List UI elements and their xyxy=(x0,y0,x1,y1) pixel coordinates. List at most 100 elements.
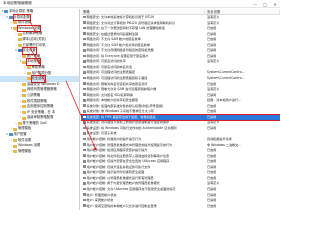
policy-icon xyxy=(83,187,86,191)
folder-icon xyxy=(13,21,18,25)
policy-icon xyxy=(83,65,86,69)
policy-cell: 帐户: 使用空密码的本地帐户只允许进行控制台登录 xyxy=(81,204,205,210)
folder-icon xyxy=(22,55,27,59)
policy-name: 网络访问: 可匿名访问的共享 xyxy=(86,59,126,64)
policy-name: 网络访问: 允许匿名 SID/名称转换 xyxy=(86,92,134,97)
policy-icon xyxy=(83,32,86,35)
policy-name: 用户帐户控制: 仅提升安装在安全位置的 UIAccess 应用程序 xyxy=(86,159,170,164)
folder-icon xyxy=(17,122,22,126)
policy-icon xyxy=(83,176,86,180)
policy-name: 网络安全: 在超过登录时间后强制注销 xyxy=(86,31,139,36)
policy-list: 策略 安全设置 网络安全: 允许本地系统将计算机标识用于 NTLM 没有定义 网络安… xyxy=(81,9,280,210)
folder-icon xyxy=(26,66,31,70)
policy-name: 网络访问: 可匿名访问的命名管道 xyxy=(86,64,132,69)
policy-icon xyxy=(83,198,86,202)
policy-name: 网络访问: 限制允许对 SAM 进行远程调用的客户端 xyxy=(86,87,157,92)
policy-icon xyxy=(83,104,86,108)
policy-icon xyxy=(83,71,86,74)
policy-name: 网络访问: 限制对命名管道和共享的匿名访问 xyxy=(86,81,148,86)
policy-icon xyxy=(83,26,86,30)
policy-icon xyxy=(83,171,86,174)
policy-icon xyxy=(83,154,86,157)
folder-icon xyxy=(26,77,31,81)
shield-icon xyxy=(17,49,22,53)
policy-name: 网络访问: 可远程访问的注册表路径和子路径 xyxy=(86,76,148,81)
policy-name: 网络安全: 允许本地系统将计算机标识用于 NTLM xyxy=(86,15,154,19)
folder-icon xyxy=(22,116,27,120)
policy-name: 用户帐户控制: 将文件和注册表写入错误虚拟化到每用户位置 xyxy=(86,153,170,158)
folder-icon xyxy=(13,138,18,142)
policy-row[interactable]: 帐户: 使用空密码的本地帐户只允许进行控制台登录 已启用 xyxy=(81,204,280,210)
title-bar: 本地组策略编辑器 — □ ✕ xyxy=(0,0,280,8)
navigation-tree[interactable]: ▾ 本地计算机 策略 ▾ 计算机配置 › 软件设置 ▾ Windows 设置 › 名称解析策略 脚本… xyxy=(0,9,80,210)
folder-icon xyxy=(17,38,22,42)
policy-icon xyxy=(83,54,86,58)
tree-item-label: 管理模板 xyxy=(18,148,32,153)
policy-name: 网络访问: 本地帐户的共享和安全模型 xyxy=(86,98,139,103)
policy-icon xyxy=(83,182,86,185)
close-button[interactable]: ✕ xyxy=(270,0,280,8)
policy-icon xyxy=(83,37,86,41)
policy-icon xyxy=(83,121,86,124)
policy-icon xyxy=(83,115,86,119)
policy-icon xyxy=(83,93,86,96)
policy-name: 用户帐户控制: 仅提升签名并验证的可执行文件 xyxy=(86,164,151,169)
policy-icon xyxy=(83,193,86,196)
policy-icon xyxy=(83,76,86,80)
policy-name: 系统对象: 非 Windows 子系统不要求区分大小写 xyxy=(86,109,154,114)
policy-name: 用户帐户控制: 提示提升时切换到安全桌面 xyxy=(86,170,145,175)
policy-icon xyxy=(83,110,86,113)
policy-icon xyxy=(83,159,86,163)
policy-name: 用户帐户控制: 用于内置管理员帐户的管理员批准模式 xyxy=(86,181,160,186)
column-header-policy[interactable]: 策略 xyxy=(81,9,205,14)
minimize-button[interactable]: — xyxy=(250,0,260,8)
policy-name: 用户帐户控制: 检测应用程序安装并提示提升 xyxy=(86,148,148,153)
policy-icon xyxy=(83,15,86,19)
policy-icon xyxy=(83,137,86,141)
policy-name: 系统加密: 对存储在计算机上的用户密钥强制进行强密钥保护 xyxy=(86,120,170,125)
policy-name: 网络访问: 不允许存储网络身份验证的密码和凭据 xyxy=(86,48,154,53)
policy-icon xyxy=(83,165,86,169)
policy-name: 网络访问: 将 Everyone 权限应用于匿名用户 xyxy=(86,53,149,58)
policy-name: 帐户: 使用空密码的本地帐户只允许进行控制台登录 xyxy=(86,203,157,208)
policy-name: 系统对象: 加强内部系统对象的默认权限(例如,符号链接) xyxy=(86,103,164,108)
policy-icon xyxy=(83,48,86,52)
maximize-button[interactable]: □ xyxy=(260,0,270,8)
tree-item[interactable]: › 管理模板 xyxy=(0,149,79,155)
folder-icon xyxy=(17,32,22,36)
policy-icon xyxy=(83,21,86,24)
folder-icon xyxy=(22,110,27,114)
policy-name: 帐户: 管理员帐户状态 xyxy=(86,192,117,197)
policy-icon xyxy=(83,87,86,91)
folder-icon xyxy=(17,43,22,47)
folder-icon xyxy=(13,127,18,131)
column-header-setting[interactable]: 安全设置 xyxy=(205,9,280,14)
security-setting-value: 已启用 xyxy=(207,203,217,208)
policy-name: 网络安全: 在下一次更改密码时不存储 LAN 管理器哈希值 xyxy=(86,26,165,31)
policy-name: 网络安全: 允许对此计算机的 PKU2U 身份验证请求使用联机标识 xyxy=(86,20,176,25)
window-title: 本地组策略编辑器 xyxy=(3,1,32,5)
policy-icon xyxy=(83,60,86,63)
folder-icon xyxy=(22,105,27,109)
computer-icon xyxy=(8,15,13,19)
policy-name: 系统设置: 将 Windows 可执行文件中的 Authenticode 证书规… xyxy=(86,125,177,130)
folder-icon xyxy=(13,27,18,31)
policy-name: 帐户: 来宾帐户状态 xyxy=(86,198,114,203)
policy-name: 系统设置: 可选子系统 xyxy=(86,131,117,136)
policy-name: 网络访问: 可远程访问的注册表路径 xyxy=(86,70,136,75)
policy-icon xyxy=(83,82,86,85)
folder-icon xyxy=(22,99,27,103)
policy-icon xyxy=(83,132,86,135)
policy-name: 用户帐户控制: 标准用户的提升提示行为 xyxy=(86,137,142,142)
policy-name: 系统加密: 将 FIPS 兼容算法用于加密、哈希和签名 xyxy=(86,114,156,119)
policy-name: 网络访问: 不允许 SAM 帐户的匿名枚举 xyxy=(86,37,141,42)
computer-icon xyxy=(4,10,9,14)
policy-icon xyxy=(83,148,86,152)
folder-icon xyxy=(22,88,27,92)
policy-name: 用户帐户控制: 管理员批准模式中管理员的提升权限提示的行为 xyxy=(86,142,173,147)
policy-icon xyxy=(83,143,86,146)
folder-icon xyxy=(22,94,27,98)
policy-icon xyxy=(83,43,86,47)
policy-name: 用户帐户控制: 允许 UIAccess 应用程序在不使用安全桌面的情况 xyxy=(86,186,176,191)
policy-icon xyxy=(83,126,86,130)
